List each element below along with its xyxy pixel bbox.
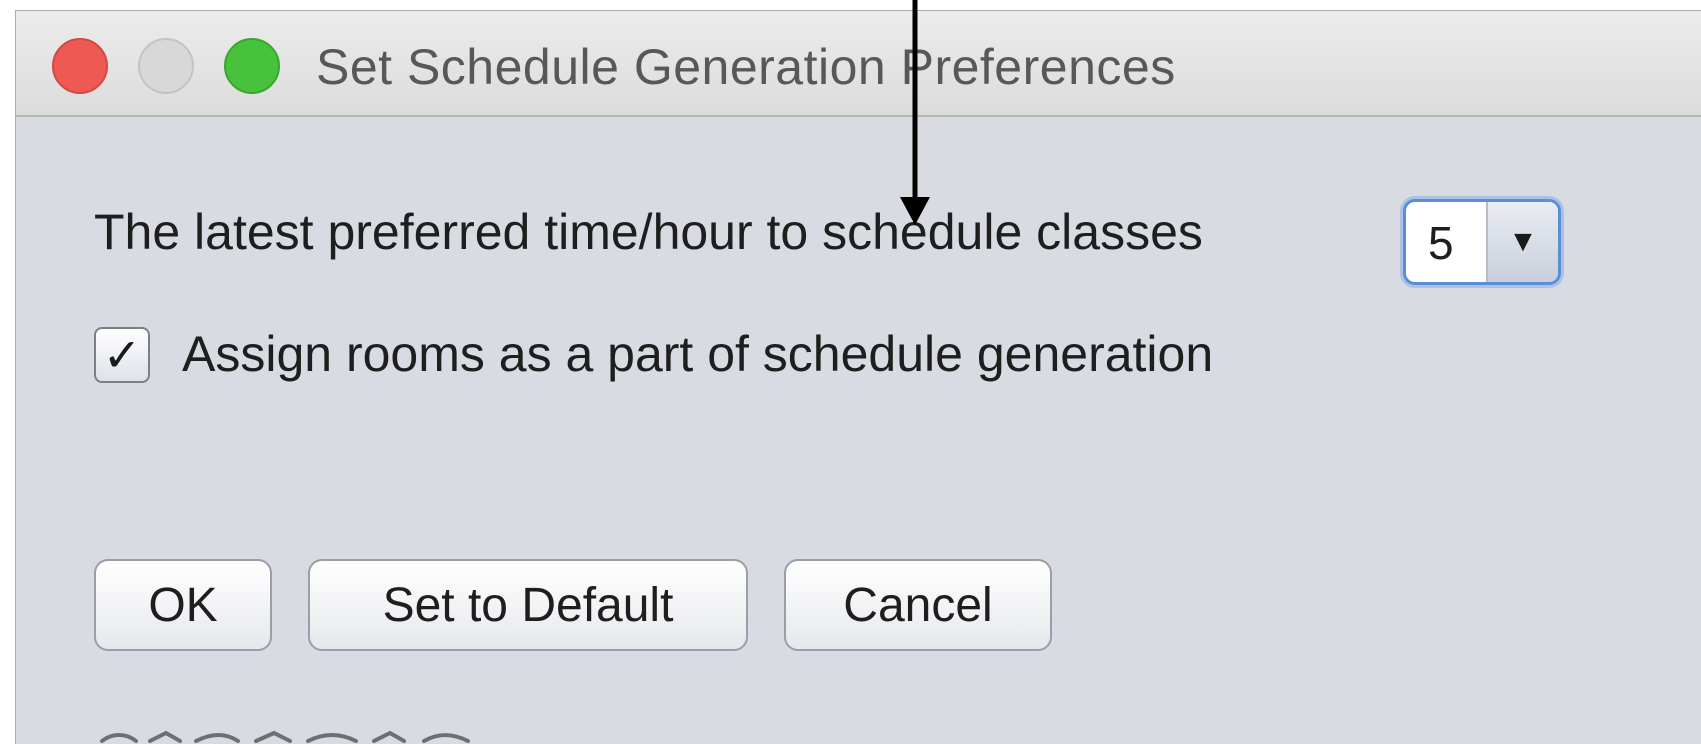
latest-time-label: The latest preferred time/hour to schedu… [94,204,1203,260]
close-window-button[interactable] [52,38,108,94]
triangle-down-icon[interactable]: ▼ [1486,202,1558,282]
assign-rooms-label: Assign rooms as a part of schedule gener… [182,326,1214,382]
title-bar: Set Schedule Generation Preferences [16,11,1701,117]
cancel-button[interactable]: Cancel [784,559,1052,651]
preferences-dialog: Set Schedule Generation Preferences The … [15,10,1701,744]
assign-rooms-checkbox[interactable]: ✓ [94,327,150,383]
cropped-bottom-content [100,730,470,743]
latest-time-select[interactable]: 5 ▼ [1403,199,1561,285]
minimize-window-button[interactable] [138,38,194,94]
ok-button[interactable]: OK [94,559,272,651]
window-title: Set Schedule Generation Preferences [316,39,1176,95]
set-to-default-button[interactable]: Set to Default [308,559,748,651]
screenshot-stage: Set Schedule Generation Preferences The … [0,0,1701,744]
zoom-window-button[interactable] [224,38,280,94]
latest-time-value: 5 [1428,217,1454,269]
